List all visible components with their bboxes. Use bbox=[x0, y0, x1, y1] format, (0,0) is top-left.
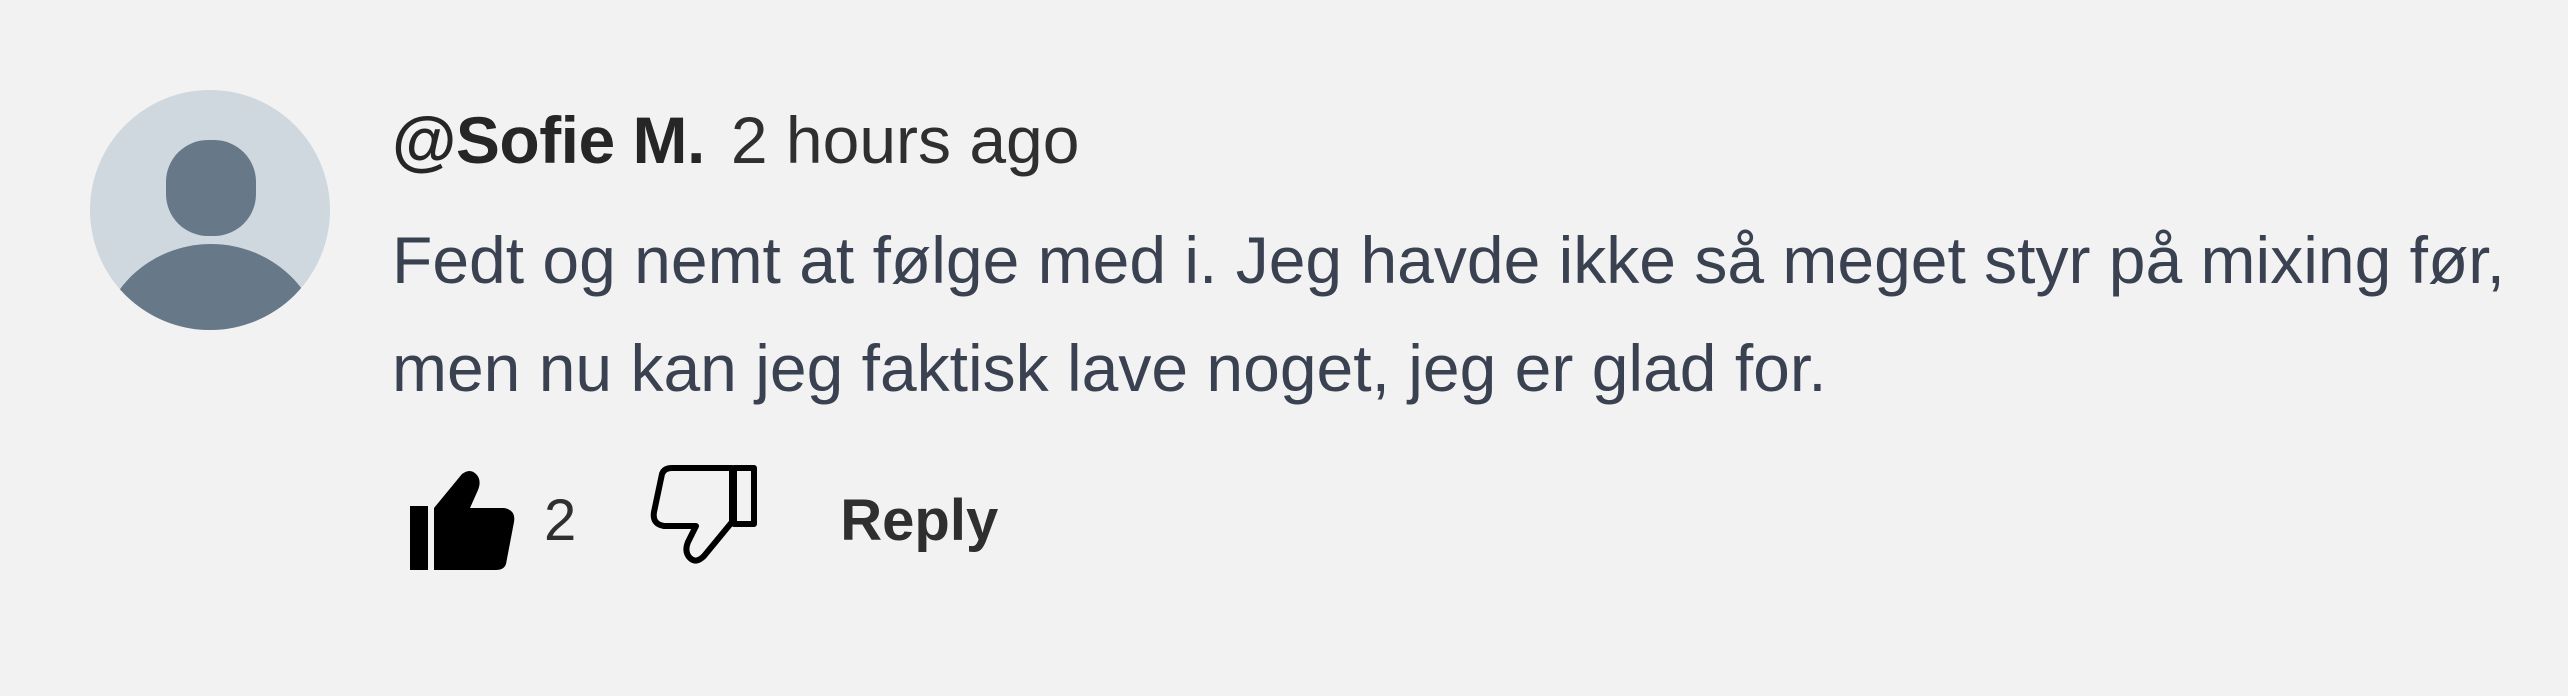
reply-button[interactable]: Reply bbox=[840, 487, 998, 554]
thumbs-down-icon bbox=[650, 465, 758, 564]
default-user-avatar-icon bbox=[101, 140, 321, 330]
comment-header: @Sofie M. 2 hours ago bbox=[392, 102, 2568, 192]
like-button[interactable] bbox=[400, 460, 520, 580]
timestamp[interactable]: 2 hours ago bbox=[731, 102, 1080, 178]
dislike-button[interactable] bbox=[646, 460, 766, 580]
comment-actions: 2 Reply bbox=[392, 460, 2568, 580]
username[interactable]: @Sofie M. bbox=[392, 102, 705, 178]
comment-text: Fedt og nemt at følge med i. Jeg havde i… bbox=[392, 223, 2505, 405]
avatar[interactable] bbox=[90, 90, 330, 330]
like-count: 2 bbox=[544, 487, 577, 553]
comment-body: @Sofie M. 2 hours ago Fedt og nemt at fø… bbox=[392, 90, 2568, 580]
thumbs-up-icon bbox=[410, 471, 515, 570]
comment: @Sofie M. 2 hours ago Fedt og nemt at fø… bbox=[90, 90, 2510, 580]
